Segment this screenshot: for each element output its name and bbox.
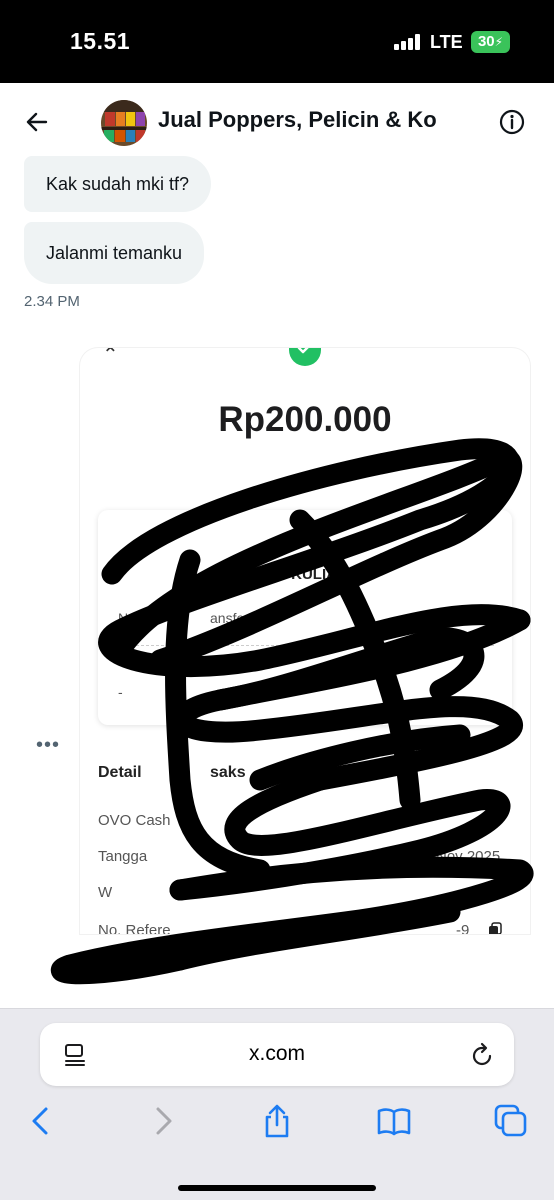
network-label: LTE (430, 32, 463, 52)
forward-chevron-icon[interactable] (144, 1103, 180, 1139)
transfer-label-tail: ansfer (210, 610, 249, 626)
detail-label: Tangga (98, 848, 148, 865)
message-bubble[interactable]: Kak sudah mki tf? (24, 156, 212, 212)
info-icon[interactable] (497, 107, 527, 137)
message-bubble[interactable]: Jalanmi temanku (24, 222, 205, 284)
avatar[interactable] (101, 100, 147, 146)
message-timestamp: 2.34 PM (24, 293, 80, 310)
reload-icon[interactable] (470, 1042, 494, 1068)
charging-icon: ⚡ (494, 35, 504, 49)
detail-label: OVO Cash (98, 812, 171, 829)
check-icon (289, 348, 321, 366)
close-icon: ⌃ (102, 348, 119, 366)
transfer-value: Rp (408, 610, 426, 626)
message-text: Jalanmi temanku (46, 243, 183, 263)
share-icon[interactable] (259, 1103, 295, 1139)
dash-marker: - (118, 684, 123, 700)
transfer-value-tail: ,000 (450, 610, 478, 626)
detail-title-tail: saks (210, 764, 246, 781)
detail-label: W (98, 884, 113, 901)
chat-header: Jual Poppers, Pelicin & Ko (0, 83, 554, 155)
url-text: x.com (248, 1042, 305, 1065)
recipient-card: KIP KULIAH No ansfer Rp ,000 - (98, 510, 512, 725)
detail-value: p01-25 (290, 922, 337, 934)
chat-title[interactable]: Jual Poppers, Pelicin & Ko (158, 107, 437, 133)
back-chevron-icon[interactable] (24, 1103, 60, 1139)
detail-value: -9 (456, 922, 470, 934)
message-text: Kak sudah mki tf? (46, 174, 190, 194)
signal-icon (394, 34, 420, 50)
detail-title: Detail (98, 764, 142, 781)
copy-icon (489, 922, 502, 934)
image-message[interactable]: ⌃ Rp200.000 KIP KULIAH No ansfer Rp ,000… (80, 348, 530, 934)
detail-value: Nov 2025 (436, 848, 501, 865)
battery-indicator: 30⚡ (471, 31, 510, 53)
detail-label: No. Refere (98, 922, 171, 934)
home-indicator[interactable] (178, 1185, 376, 1191)
recipient-name: KIP KULIAH (262, 566, 348, 583)
transfer-label: No (118, 610, 136, 626)
back-arrow-icon[interactable] (22, 107, 52, 137)
tabs-icon[interactable] (493, 1103, 529, 1139)
status-time: 15.51 (70, 28, 131, 54)
bookmarks-icon[interactable] (376, 1103, 412, 1139)
status-bar: 15.51 LTE 30⚡ (0, 0, 554, 83)
address-bar[interactable]: x.com (40, 1023, 514, 1086)
battery-level: 30 (477, 33, 495, 50)
dashed-divider (116, 645, 494, 646)
browser-toolbar: x.com (0, 1008, 554, 1200)
transfer-amount: Rp200.000 (218, 400, 392, 439)
more-options-icon[interactable]: ••• (36, 734, 60, 757)
